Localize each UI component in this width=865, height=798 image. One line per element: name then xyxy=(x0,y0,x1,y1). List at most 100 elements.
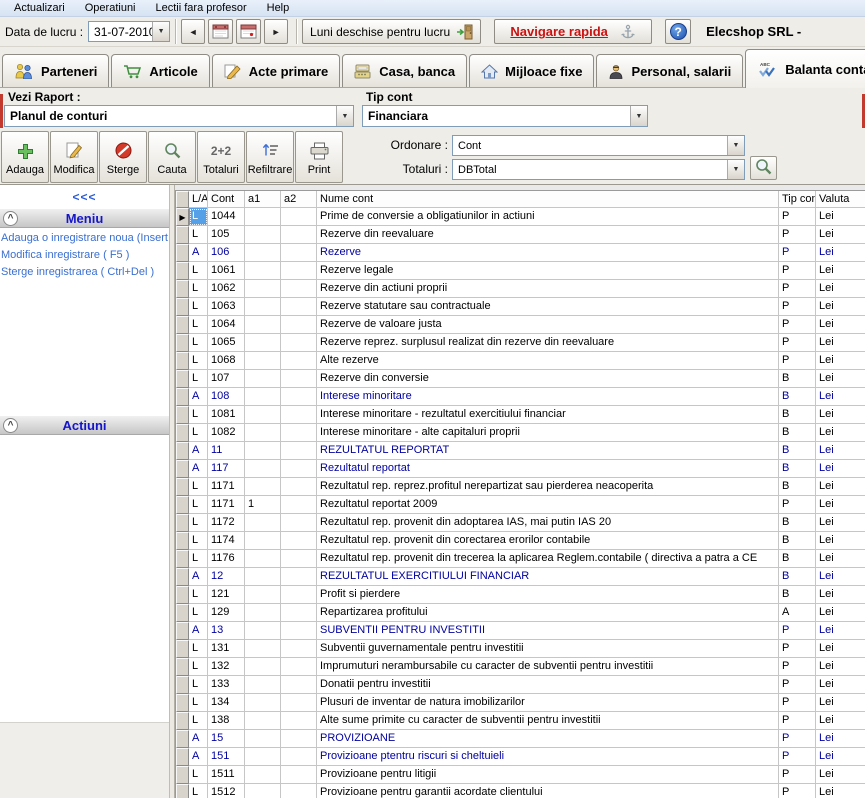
cell-nume-cont[interactable]: Rezerve de valoare justa xyxy=(317,316,779,334)
cell-cont[interactable]: 107 xyxy=(208,370,245,388)
cell-l-a[interactable]: L xyxy=(189,424,208,442)
cell-tip-cont[interactable]: P xyxy=(779,298,816,316)
cell-nume-cont[interactable]: Imprumuturi nerambursabile cu caracter d… xyxy=(317,658,779,676)
cell-cont[interactable]: 1064 xyxy=(208,316,245,334)
tab-articole[interactable]: Articole xyxy=(111,54,209,87)
cell-nume-cont[interactable]: Profit si pierdere xyxy=(317,586,779,604)
cell-a1[interactable] xyxy=(245,568,281,586)
row-selector[interactable] xyxy=(176,622,189,640)
account-type-combo[interactable]: Financiara ▼ xyxy=(362,105,648,127)
cell-l-a[interactable]: L xyxy=(189,604,208,622)
cell-a1[interactable] xyxy=(245,586,281,604)
cell-a1[interactable] xyxy=(245,676,281,694)
cell-a2[interactable] xyxy=(281,676,317,694)
cell-nume-cont[interactable]: Rezultatul reportat 2009 xyxy=(317,496,779,514)
cell-cont[interactable]: 1172 xyxy=(208,514,245,532)
cell-tip-cont[interactable]: P xyxy=(779,244,816,262)
calendar-day-button[interactable] xyxy=(236,19,261,44)
cell-tip-cont[interactable]: B xyxy=(779,478,816,496)
table-row[interactable]: A151Provizioane ptentru riscuri si chelt… xyxy=(176,748,865,766)
cell-tip-cont[interactable]: B xyxy=(779,406,816,424)
cell-a2[interactable] xyxy=(281,658,317,676)
cell-a2[interactable] xyxy=(281,478,317,496)
cell-valuta[interactable]: Lei xyxy=(816,712,865,730)
row-selector[interactable] xyxy=(176,334,189,352)
cell-a1[interactable] xyxy=(245,298,281,316)
totaluri-button[interactable]: 2+2Totaluri xyxy=(197,131,245,183)
cell-a2[interactable] xyxy=(281,496,317,514)
row-selector[interactable] xyxy=(176,244,189,262)
cell-l-a[interactable]: L xyxy=(189,694,208,712)
cell-tip-cont[interactable]: B xyxy=(779,514,816,532)
row-selector[interactable] xyxy=(176,730,189,748)
cell-a2[interactable] xyxy=(281,352,317,370)
cell-l-a[interactable]: L xyxy=(189,226,208,244)
cell-cont[interactable]: 15 xyxy=(208,730,245,748)
cell-l-a[interactable]: L xyxy=(189,298,208,316)
cell-l-a[interactable]: L xyxy=(189,208,208,226)
cell-nume-cont[interactable]: Plusuri de inventar de natura imobilizar… xyxy=(317,694,779,712)
row-selector[interactable] xyxy=(176,550,189,568)
cell-l-a[interactable]: L xyxy=(189,784,208,798)
cell-nume-cont[interactable]: PROVIZIOANE xyxy=(317,730,779,748)
cell-l-a[interactable]: A xyxy=(189,568,208,586)
chevron-down-icon[interactable]: ▼ xyxy=(152,22,169,41)
cell-cont[interactable]: 105 xyxy=(208,226,245,244)
cell-nume-cont[interactable]: Prime de conversie a obligatiunilor in a… xyxy=(317,208,779,226)
row-selector[interactable] xyxy=(176,586,189,604)
cell-a2[interactable] xyxy=(281,622,317,640)
cell-nume-cont[interactable]: Rezerve din reevaluare xyxy=(317,226,779,244)
cell-l-a[interactable]: L xyxy=(189,406,208,424)
cell-l-a[interactable]: L xyxy=(189,280,208,298)
cell-a2[interactable] xyxy=(281,406,317,424)
cell-nume-cont[interactable]: Rezultatul rep. provenit din corectarea … xyxy=(317,532,779,550)
cell-nume-cont[interactable]: REZULTATUL REPORTAT xyxy=(317,442,779,460)
column-header-a2[interactable]: a2 xyxy=(281,191,317,208)
chevron-down-icon[interactable]: ▼ xyxy=(727,160,744,179)
cell-l-a[interactable]: A xyxy=(189,388,208,406)
cell-tip-cont[interactable]: P xyxy=(779,226,816,244)
cell-tip-cont[interactable]: B xyxy=(779,568,816,586)
open-months-button[interactable]: Luni deschise pentru lucru xyxy=(302,19,481,44)
table-row[interactable]: L11711Rezultatul reportat 2009PLei xyxy=(176,496,865,514)
row-selector[interactable] xyxy=(176,316,189,334)
adauga-button[interactable]: Adauga xyxy=(1,131,49,183)
table-row[interactable]: A117Rezultatul reportatBLei xyxy=(176,460,865,478)
column-header-cont[interactable]: Cont xyxy=(208,191,245,208)
cell-a2[interactable] xyxy=(281,298,317,316)
cell-a2[interactable] xyxy=(281,550,317,568)
cell-valuta[interactable]: Lei xyxy=(816,658,865,676)
row-selector[interactable] xyxy=(176,298,189,316)
cell-a1[interactable] xyxy=(245,352,281,370)
cell-a2[interactable] xyxy=(281,784,317,798)
cell-a1[interactable] xyxy=(245,442,281,460)
row-selector[interactable] xyxy=(176,262,189,280)
cell-valuta[interactable]: Lei xyxy=(816,694,865,712)
column-header-a1[interactable]: a1 xyxy=(245,191,281,208)
cell-tip-cont[interactable]: P xyxy=(779,334,816,352)
totals-combo[interactable]: DBTotal ▼ xyxy=(452,159,745,180)
cell-valuta[interactable]: Lei xyxy=(816,784,865,798)
cell-tip-cont[interactable]: P xyxy=(779,730,816,748)
cell-a1[interactable] xyxy=(245,280,281,298)
row-selector[interactable] xyxy=(176,280,189,298)
cell-a1[interactable] xyxy=(245,316,281,334)
cell-valuta[interactable]: Lei xyxy=(816,316,865,334)
table-row[interactable]: A108Interese minoritareBLei xyxy=(176,388,865,406)
cell-nume-cont[interactable]: REZULTATUL EXERCITIULUI FINANCIAR xyxy=(317,568,779,586)
cell-tip-cont[interactable]: P xyxy=(779,676,816,694)
row-selector[interactable] xyxy=(176,442,189,460)
row-selector[interactable] xyxy=(176,694,189,712)
table-row[interactable]: L1172Rezultatul rep. provenit din adopta… xyxy=(176,514,865,532)
cell-l-a[interactable]: L xyxy=(189,352,208,370)
cell-a1[interactable] xyxy=(245,388,281,406)
cell-cont[interactable]: 1171 xyxy=(208,478,245,496)
menu-item-operatiuni[interactable]: Operatiuni xyxy=(75,1,146,16)
cell-cont[interactable]: 13 xyxy=(208,622,245,640)
cell-valuta[interactable]: Lei xyxy=(816,442,865,460)
cell-l-a[interactable]: L xyxy=(189,514,208,532)
cell-l-a[interactable]: L xyxy=(189,478,208,496)
cell-nume-cont[interactable]: Alte sume primite cu caracter de subvent… xyxy=(317,712,779,730)
cell-a2[interactable] xyxy=(281,208,317,226)
tab-acte-primare[interactable]: Acte primare xyxy=(212,54,340,87)
